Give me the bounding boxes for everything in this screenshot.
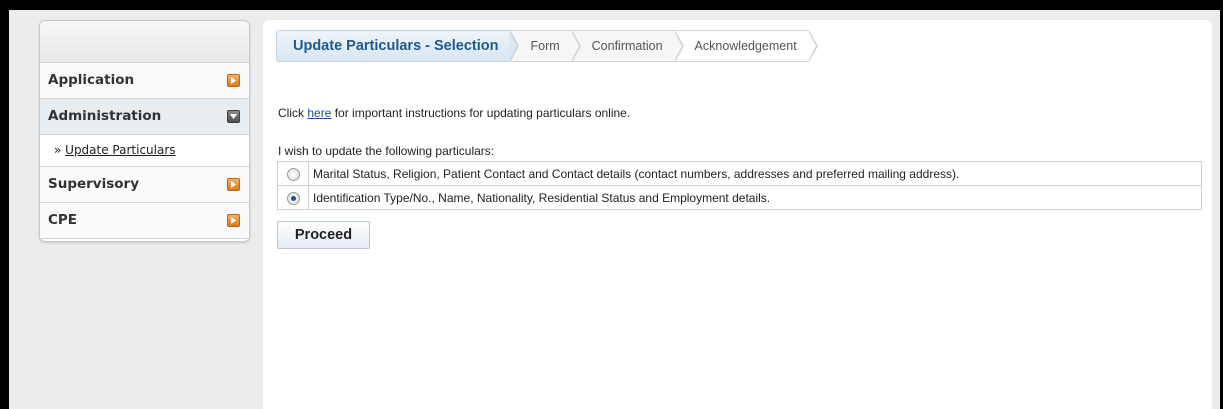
breadcrumb-separator: [509, 30, 520, 62]
breadcrumb-label: Update Particulars - Selection: [293, 38, 499, 54]
breadcrumb-step-selection: Update Particulars - Selection: [276, 30, 520, 62]
sidebar-item-cpe[interactable]: CPE: [40, 203, 249, 239]
option-row[interactable]: Identification Type/No., Name, Nationali…: [277, 185, 1202, 210]
breadcrumb-step-confirmation: Confirmation: [571, 30, 684, 62]
breadcrumb-separator: [673, 30, 684, 62]
instructions-suffix: for important instructions for updating …: [331, 106, 631, 120]
option-radio-marital[interactable]: [286, 167, 300, 181]
option-radio-identification[interactable]: [286, 191, 300, 205]
option-radio-cell[interactable]: [277, 161, 309, 186]
arrow-right-icon[interactable]: [227, 178, 240, 191]
sidebar-item-label: Supervisory: [48, 176, 140, 192]
arrow-right-icon[interactable]: [227, 214, 240, 227]
proceed-button[interactable]: Proceed: [277, 221, 370, 249]
sidebar-item-label: Application: [48, 72, 135, 88]
breadcrumb-label: Confirmation: [591, 39, 663, 53]
sidebar-item-application[interactable]: Application: [40, 63, 249, 99]
option-label: Identification Type/No., Name, Nationali…: [308, 185, 1202, 210]
sidebar-item-administration[interactable]: Administration: [40, 99, 249, 135]
sidebar-header: [40, 21, 249, 63]
sidebar-subitem-update-particulars[interactable]: » Update Particulars: [40, 135, 249, 167]
sidebar-item-label: Administration: [48, 108, 162, 124]
sidebar-item-label: CPE: [48, 212, 78, 228]
breadcrumb-separator: [807, 30, 818, 62]
option-row[interactable]: Marital Status, Religion, Patient Contac…: [277, 161, 1202, 186]
breadcrumb-step-acknowledgement: Acknowledgement: [674, 30, 818, 62]
options-heading: I wish to update the following particula…: [278, 144, 495, 158]
sidebar: Application Administration » Update Part…: [39, 20, 250, 242]
instructions-text: Click here for important instructions fo…: [278, 106, 630, 120]
breadcrumb-label: Form: [530, 39, 560, 53]
sidebar-footer: [40, 239, 249, 257]
subitem-prefix: »: [54, 143, 66, 157]
breadcrumb-label: Acknowledgement: [694, 39, 797, 53]
breadcrumb-separator: [570, 30, 581, 62]
instructions-prefix: Click: [278, 106, 308, 120]
options-table: Marital Status, Religion, Patient Contac…: [277, 161, 1202, 210]
arrow-right-icon[interactable]: [227, 74, 240, 87]
subitem-link[interactable]: Update Particulars: [65, 143, 175, 157]
breadcrumb: Update Particulars - Selection Form Conf…: [276, 30, 818, 62]
option-radio-cell[interactable]: [277, 185, 309, 210]
breadcrumb-step-form: Form: [510, 30, 581, 62]
instructions-link[interactable]: here: [307, 106, 331, 120]
main-panel: Update Particulars - Selection Form Conf…: [263, 20, 1212, 409]
arrow-down-icon[interactable]: [227, 110, 240, 123]
option-label: Marital Status, Religion, Patient Contac…: [308, 161, 1202, 186]
sidebar-item-supervisory[interactable]: Supervisory: [40, 167, 249, 203]
